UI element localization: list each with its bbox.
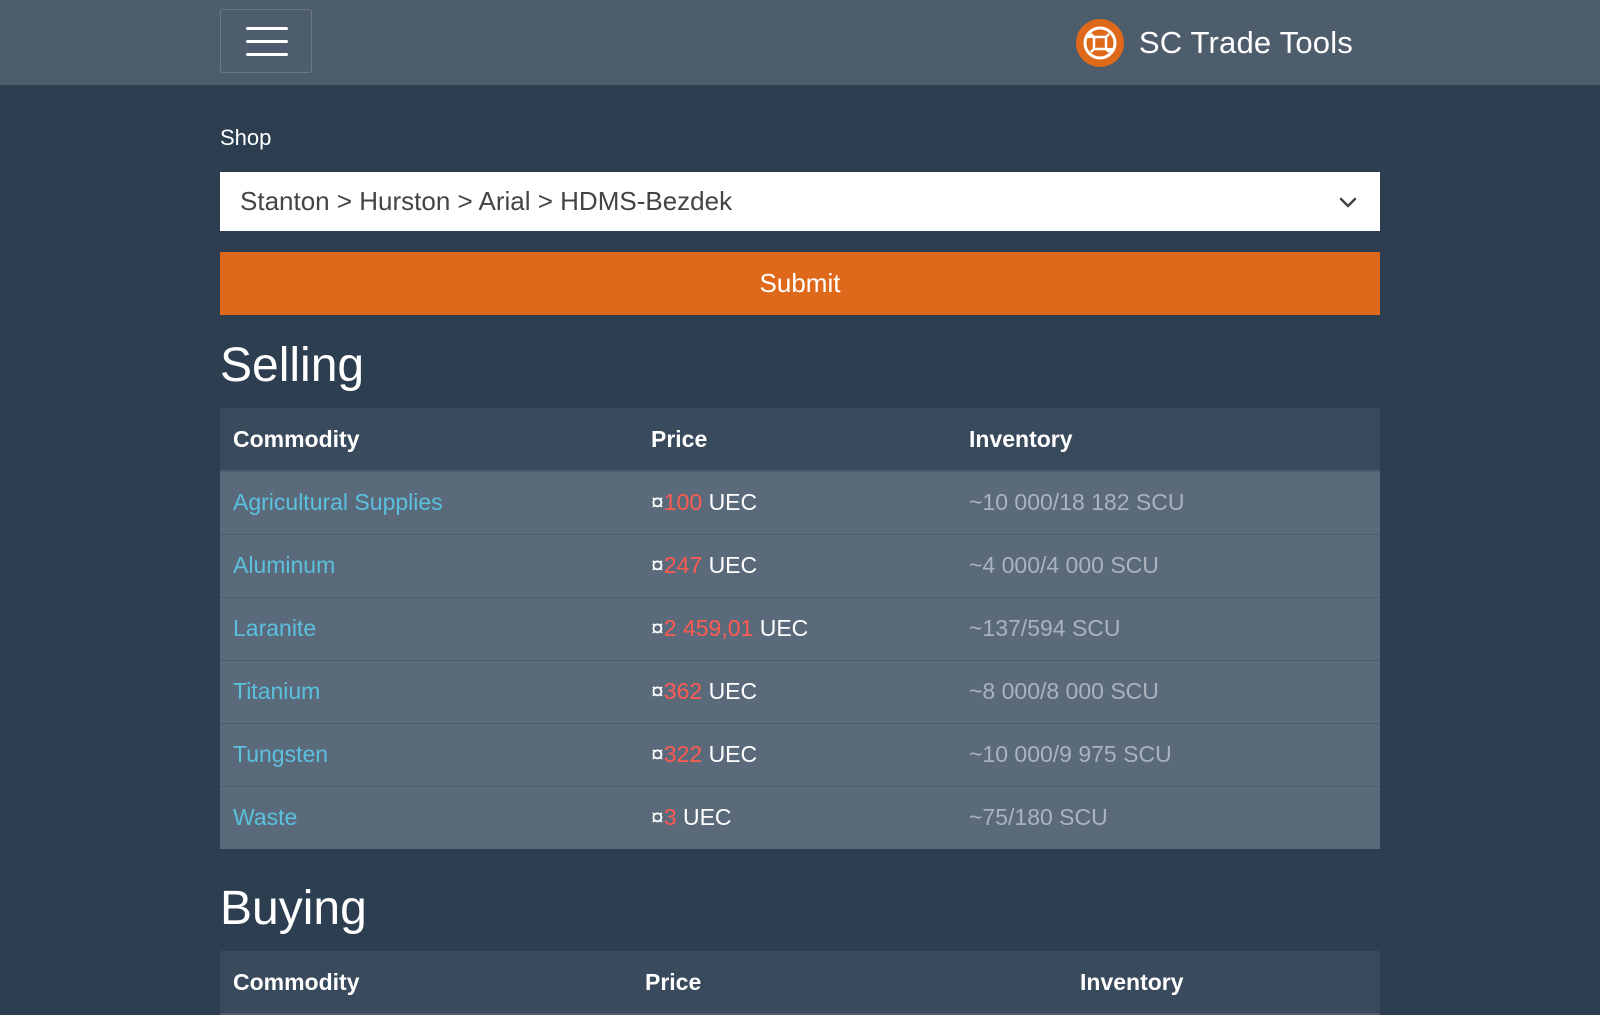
- table-row: Waste ¤3 UEC ~75/180 SCU: [220, 785, 1380, 849]
- table-header-row: Commodity Price Inventory: [220, 951, 1380, 1015]
- table-header-row: Commodity Price Inventory: [220, 408, 1380, 472]
- shop-select-value: Stanton > Hurston > Arial > HDMS-Bezdek: [240, 186, 733, 216]
- commodity-link[interactable]: Aluminum: [233, 552, 335, 578]
- chevron-down-icon: [1339, 197, 1357, 208]
- commodity-link[interactable]: Waste: [233, 804, 297, 830]
- shop-select[interactable]: Stanton > Hurston > Arial > HDMS-Bezdek: [220, 172, 1380, 231]
- inventory-cell: ~10 000/9 975 SCU: [956, 722, 1380, 786]
- commodity-link[interactable]: Laranite: [233, 615, 316, 641]
- price-value: 247: [663, 552, 703, 578]
- table-row: Tungsten ¤322 UEC ~10 000/9 975 SCU: [220, 722, 1380, 786]
- trade-cycle-logo-icon: [1075, 19, 1124, 67]
- price-value: 100: [663, 489, 703, 516]
- price-value: 322: [663, 741, 703, 767]
- table-row: Aluminum ¤247 UEC ~4 000/4 000 SCU: [220, 533, 1380, 597]
- commodity-link[interactable]: Tungsten: [233, 741, 328, 767]
- commodity-cell: Aluminum: [220, 533, 638, 597]
- price-unit: UEC: [708, 552, 758, 578]
- selling-table: Commodity Price Inventory Agricultural S…: [220, 408, 1380, 849]
- table-row: Laranite ¤2 459,01 UEC ~137/594 SCU: [220, 596, 1380, 660]
- price-value: 3: [663, 804, 677, 831]
- inventory-cell: ~137/594 SCU: [956, 596, 1380, 660]
- commodity-cell: Tungsten: [220, 722, 638, 786]
- commodity-cell: Waste: [220, 785, 638, 849]
- commodity-cell: Titanium: [220, 659, 638, 723]
- currency-symbol: ¤: [651, 741, 664, 767]
- menu-toggle-button[interactable]: [220, 9, 312, 73]
- shop-label: Shop: [220, 125, 272, 150]
- price-value: 2 459,01: [663, 615, 754, 641]
- price-cell: ¤322 UEC: [638, 722, 956, 786]
- commodity-link[interactable]: Titanium: [233, 678, 320, 704]
- price-value: 362: [663, 678, 703, 704]
- column-header-price: Price: [632, 951, 1067, 1015]
- brand-title: SC Trade Tools: [1138, 25, 1353, 60]
- currency-symbol: ¤: [651, 489, 664, 516]
- inventory-cell: ~8 000/8 000 SCU: [956, 659, 1380, 723]
- commodity-cell: Agricultural Supplies: [220, 470, 638, 534]
- commodity-link[interactable]: Agricultural Supplies: [233, 489, 443, 515]
- price-cell: ¤3 UEC: [638, 785, 956, 849]
- price-unit: UEC: [708, 741, 758, 767]
- column-header-price: Price: [638, 408, 956, 472]
- hamburger-menu-icon: [246, 27, 288, 57]
- table-row: Agricultural Supplies ¤100 UEC ~10 000/1…: [220, 470, 1380, 534]
- buying-table: Commodity Price Inventory: [220, 951, 1380, 1015]
- brand-link[interactable]: SC Trade Tools: [1075, 18, 1353, 68]
- currency-symbol: ¤: [651, 678, 664, 704]
- column-header-inventory: Inventory: [1067, 951, 1380, 1015]
- price-unit: UEC: [708, 489, 758, 516]
- column-header-commodity: Commodity: [220, 951, 632, 1015]
- table-row: Titanium ¤362 UEC ~8 000/8 000 SCU: [220, 659, 1380, 723]
- price-cell: ¤100 UEC: [638, 470, 956, 534]
- buying-title: Buying: [220, 882, 367, 935]
- price-cell: ¤2 459,01 UEC: [638, 596, 956, 660]
- price-cell: ¤362 UEC: [638, 659, 956, 723]
- currency-symbol: ¤: [651, 552, 664, 578]
- navbar: SC Trade Tools: [0, 0, 1600, 85]
- inventory-cell: ~10 000/18 182 SCU: [956, 470, 1380, 534]
- submit-button[interactable]: Submit: [220, 252, 1380, 315]
- column-header-commodity: Commodity: [220, 408, 638, 472]
- selling-title: Selling: [220, 339, 365, 392]
- price-cell: ¤247 UEC: [638, 533, 956, 597]
- inventory-cell: ~75/180 SCU: [956, 785, 1380, 849]
- price-unit: UEC: [759, 615, 809, 641]
- price-unit: UEC: [708, 678, 758, 704]
- inventory-cell: ~4 000/4 000 SCU: [956, 533, 1380, 597]
- currency-symbol: ¤: [651, 615, 664, 641]
- price-unit: UEC: [682, 804, 732, 831]
- commodity-cell: Laranite: [220, 596, 638, 660]
- currency-symbol: ¤: [651, 804, 664, 831]
- column-header-inventory: Inventory: [956, 408, 1380, 472]
